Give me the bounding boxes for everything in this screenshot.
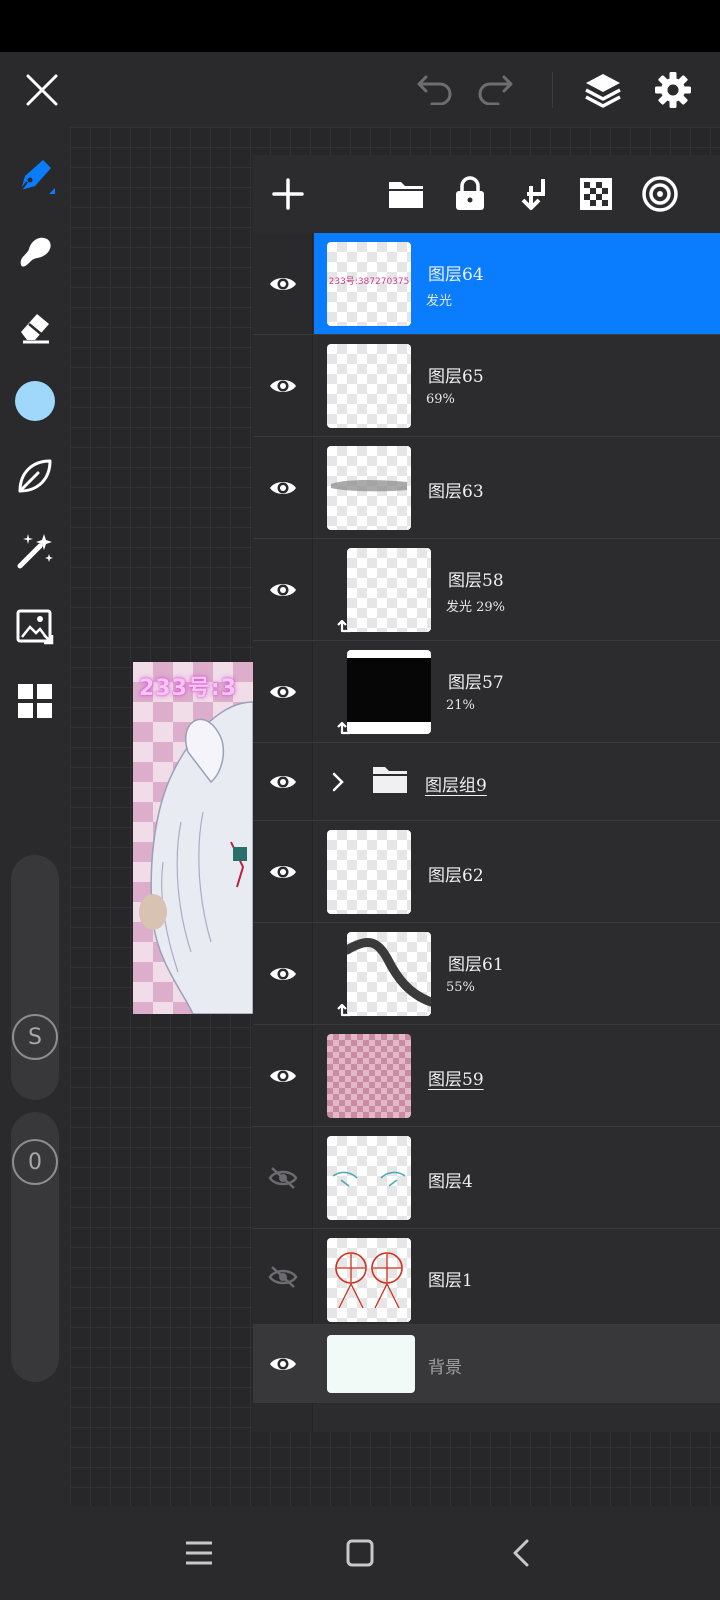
layer-name: 图层63: [428, 482, 484, 502]
back-icon[interactable]: [494, 1526, 548, 1580]
layer-thumbnail: [327, 1335, 415, 1393]
layer-thumbnail: [327, 830, 411, 914]
status-bar: [0, 0, 720, 52]
layer-row[interactable]: 图层59: [253, 1025, 720, 1127]
eraser-icon[interactable]: [8, 299, 62, 353]
layer-row[interactable]: 图层65 69%: [253, 335, 720, 437]
artwork-preview: 233号:3: [133, 662, 253, 1014]
layer-name: 图层58: [448, 571, 504, 591]
pen-icon[interactable]: [8, 149, 62, 203]
eye-icon[interactable]: [263, 468, 303, 508]
layer-name: 图层59: [428, 1070, 484, 1090]
gear-icon[interactable]: [648, 52, 698, 127]
grid-icon[interactable]: [8, 674, 62, 728]
undo-icon[interactable]: [410, 52, 460, 127]
size-slider-knob[interactable]: S: [12, 1014, 58, 1060]
layer-thumbnail: [347, 548, 431, 632]
layer-row[interactable]: 图层58 发光 29%: [253, 539, 720, 641]
eye-icon[interactable]: [263, 366, 303, 406]
layer-name: 图层4: [428, 1172, 473, 1192]
layer-blend-info: 发光: [426, 294, 453, 309]
magic-wand-icon[interactable]: [8, 524, 62, 578]
layer-row[interactable]: 233号:387270375 图层64 发光: [253, 233, 720, 335]
layer-thumbnail: [327, 344, 411, 428]
merge-down-icon[interactable]: [509, 169, 559, 219]
eye-icon[interactable]: [263, 852, 303, 892]
chevron-right-icon[interactable]: [331, 771, 351, 793]
layer-thumbnail: [327, 1238, 411, 1322]
left-toolbar: S 0: [0, 127, 70, 1506]
transparency-icon[interactable]: [571, 169, 621, 219]
layer-row[interactable]: 图层57 21%: [253, 641, 720, 743]
eye-icon[interactable]: [263, 762, 303, 802]
layer-name: 图层64: [428, 265, 484, 285]
layer-row[interactable]: 图层62: [253, 821, 720, 923]
layer-name: 图层61: [448, 955, 504, 975]
eye-icon[interactable]: [263, 672, 303, 712]
layers-panel: 233号:387270375 图层64 发光图层65 69% 图层63 图层58 发光 29…: [253, 155, 720, 1432]
layer-blend-info: 发光 29%: [446, 600, 506, 615]
layer-name: 图层1: [428, 1271, 473, 1291]
layer-thumbnail: [347, 932, 431, 1016]
layer-thumbnail: [327, 1034, 411, 1118]
eye-icon[interactable]: [263, 570, 303, 610]
character-illustration: [139, 701, 253, 1014]
redo-icon[interactable]: [470, 52, 520, 127]
folder-icon[interactable]: [381, 169, 431, 219]
layer-name: 图层57: [448, 673, 504, 693]
layer-row[interactable]: 图层4: [253, 1127, 720, 1229]
layer-toolbar: [253, 155, 720, 233]
leaf-icon[interactable]: [8, 449, 62, 503]
eye-icon[interactable]: [263, 1344, 303, 1384]
close-icon[interactable]: [14, 52, 70, 127]
clipping-mask-icon: [330, 715, 352, 739]
eye-icon[interactable]: [263, 264, 303, 304]
layer-blend-info: 55%: [446, 980, 475, 995]
layer-row[interactable]: 图层61 55%: [253, 923, 720, 1025]
eye-icon[interactable]: [263, 954, 303, 994]
clipping-mask-icon: [330, 613, 352, 637]
layer-thumbnail: [327, 1136, 411, 1220]
layer-blend-info: 21%: [446, 698, 475, 713]
layer-name: 背景: [428, 1358, 462, 1378]
smudge-icon[interactable]: [8, 224, 62, 278]
thumbnail-fill: [347, 658, 431, 722]
folder-icon: [371, 763, 409, 797]
layer-thumbnail: 233号:387270375: [327, 242, 411, 326]
top-toolbar: [0, 52, 720, 127]
thumbnail-text: 233号:387270375: [328, 277, 410, 287]
layer-row[interactable]: 背景: [253, 1325, 720, 1403]
layer-name: 图层65: [428, 367, 484, 387]
target-icon[interactable]: [635, 169, 685, 219]
layer-row[interactable]: 图层1: [253, 1229, 720, 1325]
layers-icon[interactable]: [578, 52, 628, 127]
layer-group-row[interactable]: 图层组9: [253, 743, 720, 821]
image-import-icon[interactable]: [8, 599, 62, 653]
lock-icon[interactable]: [445, 169, 495, 219]
layer-blend-info: 69%: [426, 392, 455, 407]
system-nav-bar: [0, 1506, 720, 1600]
eye-hidden-icon[interactable]: [263, 1158, 303, 1198]
layer-name: 图层组9: [425, 776, 487, 796]
home-icon[interactable]: [333, 1526, 387, 1580]
eye-hidden-icon[interactable]: [263, 1257, 303, 1297]
layer-thumbnail: [327, 446, 411, 530]
add-layer-icon[interactable]: [263, 169, 313, 219]
brush-size-slider[interactable]: [11, 855, 59, 1100]
eye-icon[interactable]: [263, 1056, 303, 1096]
clipping-mask-icon: [330, 997, 352, 1021]
toolbar-divider: [552, 72, 553, 108]
opacity-slider-knob[interactable]: 0: [12, 1139, 58, 1185]
layer-thumbnail: [347, 650, 431, 734]
layer-row[interactable]: 图层63: [253, 437, 720, 539]
recent-apps-icon[interactable]: [172, 1526, 226, 1580]
color-swatch[interactable]: [8, 374, 62, 428]
layer-name: 图层62: [428, 866, 484, 886]
